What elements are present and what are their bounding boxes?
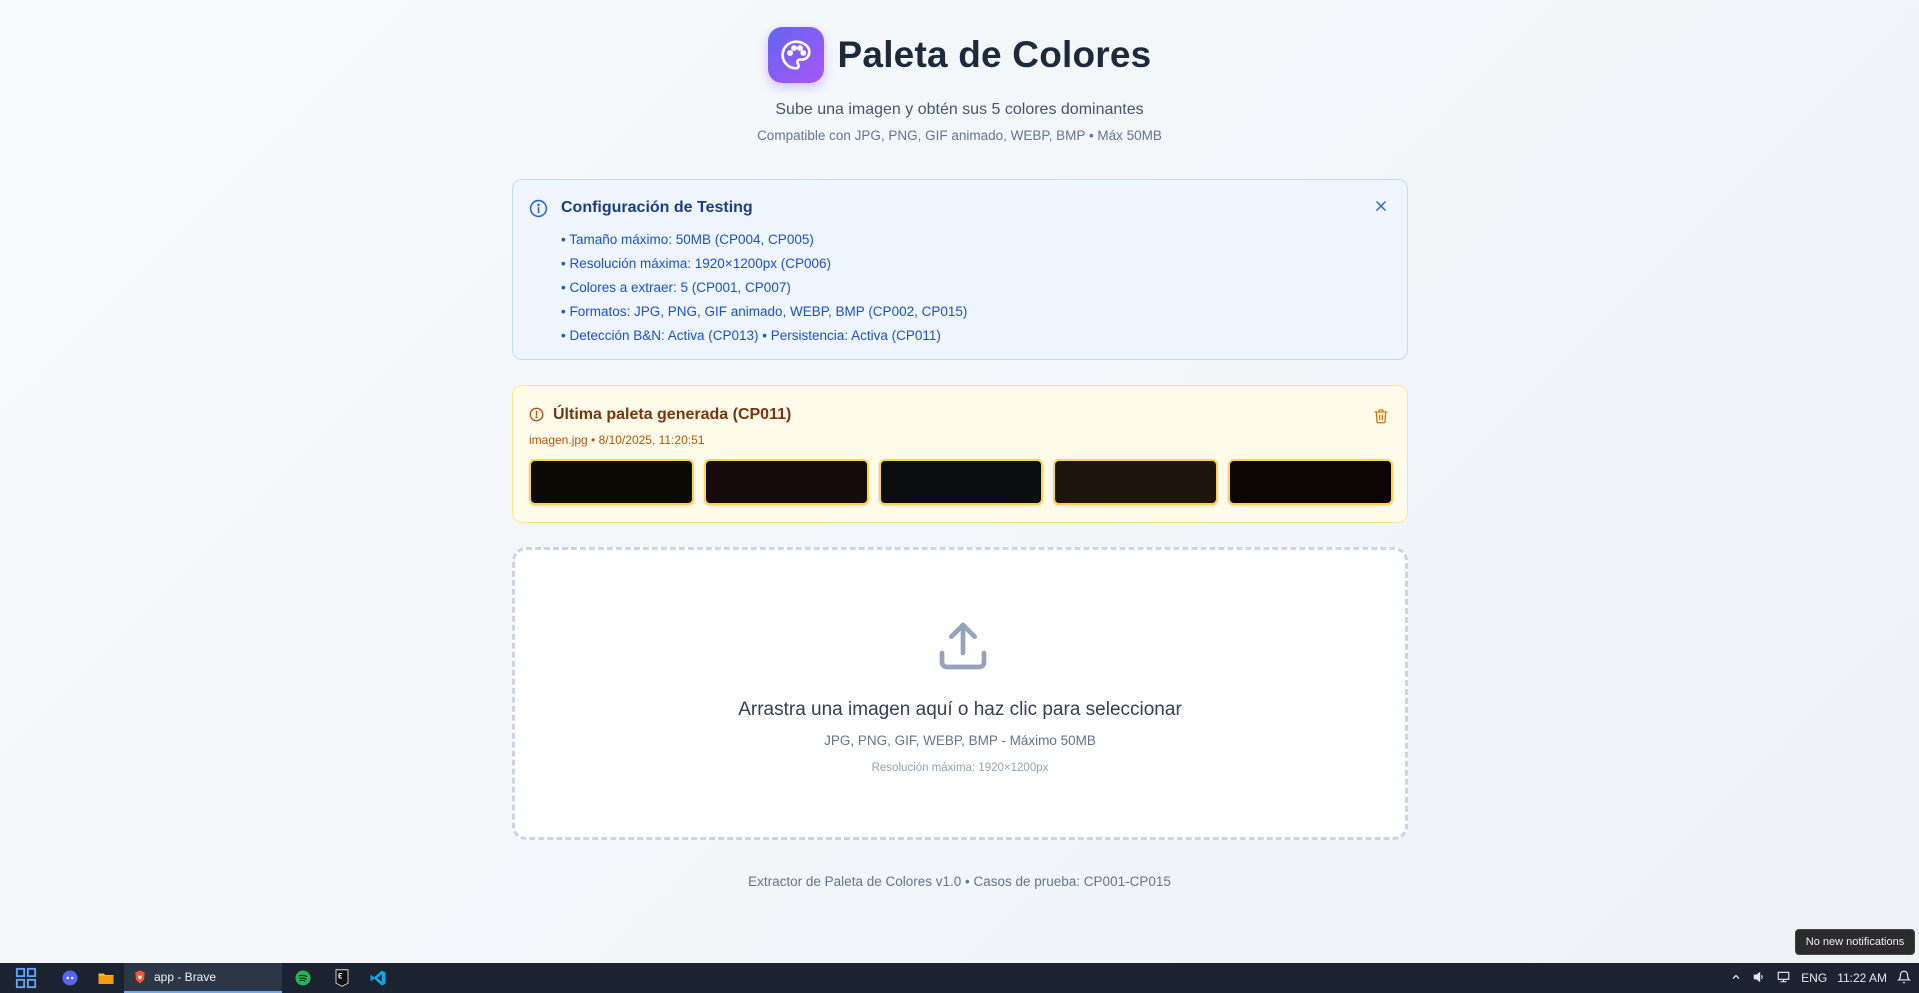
info-icon xyxy=(529,199,548,223)
page-subtitle: Sube una imagen y obtén sus 5 colores do… xyxy=(775,101,1144,118)
last-palette-panel: Última paleta generada (CP011) imagen.jp… xyxy=(512,385,1408,523)
taskbar-brave-app[interactable]: app - Brave xyxy=(124,963,282,993)
delete-palette-button[interactable] xyxy=(1369,404,1393,428)
app-header: Paleta de Colores xyxy=(0,27,1919,83)
network-icon[interactable] xyxy=(1776,970,1791,987)
discord-icon xyxy=(62,970,78,986)
taskbar-epic-games[interactable] xyxy=(324,963,360,993)
taskbar-app-label: app - Brave xyxy=(154,970,217,984)
windows-start-icon xyxy=(15,967,37,989)
volume-icon[interactable] xyxy=(1752,970,1766,987)
taskbar-discord[interactable] xyxy=(52,963,88,993)
compatibility-note: Compatible con JPG, PNG, GIF animado, WE… xyxy=(757,128,1162,143)
color-swatch[interactable] xyxy=(529,459,694,505)
folder-icon xyxy=(98,973,114,984)
tray-overflow-chevron-up-icon[interactable] xyxy=(1730,971,1742,986)
page-footer: Extractor de Paleta de Colores v1.0 • Ca… xyxy=(748,874,1171,889)
taskbar-spotify[interactable] xyxy=(282,963,324,993)
page-title: Paleta de Colores xyxy=(837,34,1152,75)
close-icon xyxy=(1376,201,1386,211)
config-item-colors: • Colores a extraer: 5 (CP001, CP007) xyxy=(561,280,791,295)
image-drop-zone[interactable]: Arrastra una imagen aquí o haz clic para… xyxy=(512,547,1408,840)
epic-games-icon xyxy=(335,969,349,987)
taskbar-vscode[interactable] xyxy=(360,963,396,993)
trash-icon xyxy=(1374,409,1388,424)
drop-zone-resolution: Resolución máxima: 1920×1200px xyxy=(871,762,1049,774)
testing-config-list: • Tamaño máximo: 50MB (CP004, CP005) • R… xyxy=(561,228,967,348)
taskbar-file-explorer[interactable] xyxy=(88,963,124,993)
config-item-detection: • Detección B&N: Activa (CP013) • Persis… xyxy=(561,328,941,343)
palette-logo-icon xyxy=(767,27,824,83)
upload-icon xyxy=(935,618,991,679)
spotify-icon xyxy=(295,970,311,986)
drop-zone-instruction: Arrastra una imagen aquí o haz clic para… xyxy=(738,699,1182,720)
swatch-row xyxy=(529,459,1393,505)
last-palette-title: Última paleta generada (CP011) xyxy=(553,406,792,423)
close-info-button[interactable] xyxy=(1369,194,1393,218)
color-swatch[interactable] xyxy=(878,459,1044,505)
alert-circle-icon xyxy=(529,407,544,427)
language-indicator[interactable]: ENG xyxy=(1801,971,1827,985)
os-taskbar: app - Brave ENG 11:22 AM xyxy=(0,963,1919,993)
clock[interactable]: 11:22 AM xyxy=(1837,971,1887,985)
testing-config-panel: Configuración de Testing • Tamaño máximo… xyxy=(512,179,1408,360)
system-tray: ENG 11:22 AM xyxy=(1730,963,1919,993)
config-item-max-size: • Tamaño máximo: 50MB (CP004, CP005) xyxy=(561,232,814,247)
config-item-formats: • Formatos: JPG, PNG, GIF animado, WEBP,… xyxy=(561,304,968,319)
brave-icon xyxy=(135,970,145,984)
last-palette-meta: imagen.jpg • 8/10/2025, 11:20:51 xyxy=(529,433,705,447)
notification-bell-icon[interactable] xyxy=(1896,970,1912,987)
start-button[interactable] xyxy=(0,963,52,993)
config-item-max-resolution: • Resolución máxima: 1920×1200px (CP006) xyxy=(561,256,831,271)
color-swatch[interactable] xyxy=(1228,459,1393,505)
color-swatch[interactable] xyxy=(703,459,869,505)
color-swatch[interactable] xyxy=(1053,459,1219,505)
vscode-icon xyxy=(370,970,386,986)
drop-zone-formats: JPG, PNG, GIF, WEBP, BMP - Máximo 50MB xyxy=(824,733,1096,748)
testing-config-title: Configuración de Testing xyxy=(561,199,753,216)
notification-toast: No new notifications xyxy=(1795,929,1915,955)
